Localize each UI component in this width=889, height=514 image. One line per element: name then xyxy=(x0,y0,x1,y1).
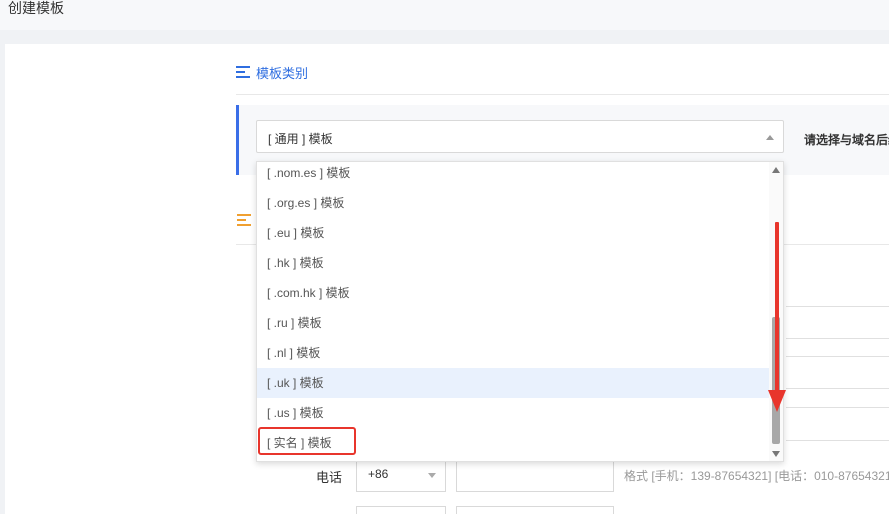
dropdown-option[interactable]: [ .ru ] 模板 xyxy=(257,308,771,338)
page-title: 创建模板 xyxy=(8,0,64,16)
select-value: [ 通用 ] 模板 xyxy=(268,132,333,146)
scroll-down-arrow-icon[interactable] xyxy=(772,451,780,457)
form-field-edge xyxy=(786,306,889,307)
form-field-edge xyxy=(786,440,889,441)
form-field-edge xyxy=(786,388,889,389)
phone-label: 电话 xyxy=(316,470,343,485)
template-hint: 请选择与域名后缀 xyxy=(804,133,889,147)
form-field-edge xyxy=(786,338,889,339)
scroll-up-arrow-icon[interactable] xyxy=(772,167,780,173)
dropdown-option[interactable]: [ .com.hk ] 模板 xyxy=(257,278,771,308)
caret-up-icon xyxy=(766,135,774,140)
scroll-down-arrow-annotation xyxy=(768,222,786,412)
section-divider xyxy=(236,94,889,95)
section-title: 模板类别 xyxy=(256,65,309,81)
list-icon xyxy=(237,214,251,226)
form-field-edge xyxy=(786,356,889,357)
phone-format-hint: 格式 [手机：139-87654321] [电话：010-87654321] xyxy=(624,469,889,483)
dropdown-option[interactable]: [ .org.es ] 模板 xyxy=(257,188,771,218)
dropdown-option-hovered[interactable]: [ .uk ] 模板 xyxy=(257,368,771,398)
dropdown-option[interactable]: [ .hk ] 模板 xyxy=(257,248,771,278)
chevron-down-icon xyxy=(428,473,436,478)
country-code-value: +86 xyxy=(368,467,389,481)
dropdown-option[interactable]: [ .nom.es ] 模板 xyxy=(257,162,771,188)
next-row-select[interactable] xyxy=(356,506,446,514)
dropdown-option[interactable]: [ .eu ] 模板 xyxy=(257,218,771,248)
highlight-box xyxy=(258,427,356,455)
form-field-edge xyxy=(786,407,889,408)
list-icon xyxy=(236,66,250,78)
dropdown-option[interactable]: [ .us ] 模板 xyxy=(257,398,771,428)
template-type-select[interactable]: [ 通用 ] 模板 xyxy=(256,120,784,153)
dropdown-option[interactable]: [ .nl ] 模板 xyxy=(257,338,771,368)
section-header-template-type: 模板类别 xyxy=(236,60,308,84)
top-bar: 创建模板 xyxy=(0,0,889,30)
template-dropdown-list: [ .nom.es ] 模板 [ .org.es ] 模板 [ .eu ] 模板… xyxy=(256,161,784,462)
next-row-input[interactable] xyxy=(456,506,614,514)
